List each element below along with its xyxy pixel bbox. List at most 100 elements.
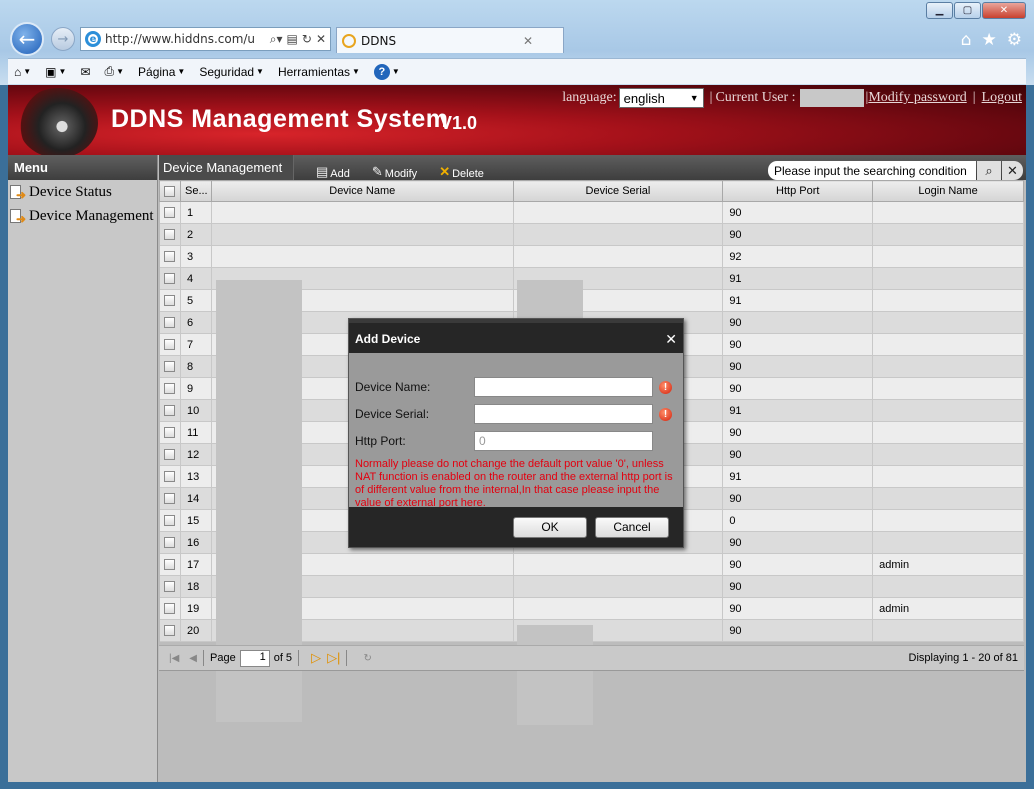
row-checkbox[interactable] [159,245,181,268]
grid-toolbar: Device Management ▤ Add ✎ Modify ✕ Delet… [159,155,1026,180]
row-checkbox[interactable] [159,553,181,576]
column-header-device-serial[interactable]: Device Serial [512,180,724,202]
row-checkbox[interactable] [159,531,181,554]
help-button[interactable]: ? ▼ [373,63,400,80]
add-button[interactable]: ▤ Add [316,156,350,180]
row-checkbox[interactable] [159,465,181,488]
home-icon[interactable]: ⌂ [961,30,972,50]
home-menu-icon[interactable]: ⌂ ▼ [14,65,31,79]
minimize-button[interactable]: ▁ [926,2,953,19]
clear-search-icon[interactable]: ✕ [1002,161,1023,180]
gear-icon[interactable]: ⚙ [1007,30,1022,50]
sidebar-item-device-status[interactable]: ➜ Device Status [8,180,157,204]
device-serial-label: Device Serial: [355,407,430,421]
close-tab-icon[interactable]: ✕ [523,34,533,48]
address-bar[interactable]: e http://www.hiddns.com/u ⌕▾ ▤ ↻ ✕ [80,27,331,51]
panel-title: Device Management [159,155,294,180]
next-page-icon[interactable]: ▷ [311,650,321,666]
row-checkbox[interactable] [159,267,181,290]
back-button[interactable]: ← [10,22,44,56]
delete-icon: ✕ [439,163,451,179]
dialog-footer: OK Cancel [349,507,683,547]
refresh-icon[interactable]: ↻ [302,32,312,46]
menu-pagina[interactable]: Página ▼ [138,65,185,79]
column-header-device-name[interactable]: Device Name [210,180,514,202]
row-checkbox[interactable] [159,355,181,378]
window-controls: ▁ ▢ ✕ [925,2,1026,19]
device-name-field[interactable] [474,377,653,397]
menu-seguridad[interactable]: Seguridad ▼ [199,65,264,79]
language-select[interactable]: english ▼ [618,88,704,108]
cell-seq: 17 [180,553,212,576]
sidebar-item-device-management[interactable]: ➜ Device Management [8,204,157,228]
row-checkbox[interactable] [159,377,181,400]
cell-http-port: 92 [722,245,874,268]
sidebar-item-label: Device Status [29,183,112,200]
row-checkbox[interactable] [159,333,181,356]
column-header-seq[interactable]: Se... [179,180,212,202]
row-checkbox[interactable] [159,509,181,532]
page-arrow-icon: ➜ [10,208,27,226]
chevron-down-icon: ▼ [689,93,699,103]
row-checkbox[interactable] [159,619,181,642]
column-header-http-port[interactable]: Http Port [722,180,874,202]
divider [298,650,300,666]
page-number-input[interactable]: 1 [239,649,270,667]
search-icon[interactable]: ⌕▾ [270,32,283,47]
close-window-button[interactable]: ✕ [982,2,1026,19]
compat-icon[interactable]: ▤ [287,32,298,46]
cancel-button[interactable]: Cancel [595,516,669,538]
device-serial-field[interactable] [474,404,653,424]
row-checkbox[interactable] [159,399,181,422]
delete-button[interactable]: ✕ Delete [439,156,484,180]
row-checkbox[interactable] [159,289,181,312]
maximize-button[interactable]: ▢ [954,2,981,19]
row-checkbox[interactable] [159,575,181,598]
close-icon[interactable]: ✕ [665,331,677,348]
print-icon[interactable]: ⎙ ▼ [105,64,125,79]
logout-link[interactable]: Logout [982,90,1022,106]
row-checkbox[interactable] [159,597,181,620]
row-checkbox[interactable] [159,201,181,224]
select-all-checkbox[interactable] [159,180,181,202]
page-arrow-icon: ➜ [10,184,27,202]
search-icon[interactable]: ⌕ [977,161,1001,180]
browser-tab[interactable]: DDNS ✕ [336,27,564,53]
search-input[interactable]: Please input the searching condition [768,161,976,180]
row-checkbox[interactable] [159,223,181,246]
divider [203,650,204,666]
refresh-icon[interactable]: ↻ [363,653,371,664]
modify-password-link[interactable]: Modify password [868,90,966,106]
table-row[interactable]: 1 90 [159,201,1024,224]
favorites-icon[interactable]: ★ [982,30,997,50]
last-page-icon[interactable]: ▷| [327,650,340,666]
row-checkbox[interactable] [159,487,181,510]
cell-seq: 4 [180,267,212,290]
address-url[interactable]: http://www.hiddns.com/u [105,32,270,46]
cell-http-port: 90 [722,443,874,466]
stop-icon[interactable]: ✕ [316,32,326,46]
cell-device-serial [513,201,724,224]
cell-device-serial [513,223,724,246]
table-row[interactable]: 2 90 [159,223,1024,246]
cell-login-name [872,619,1024,642]
row-checkbox[interactable] [159,443,181,466]
modify-button[interactable]: ✎ Modify [372,156,417,180]
cell-login-name [872,289,1024,312]
http-port-field[interactable]: 0 [474,431,653,451]
feeds-icon[interactable]: ▣ ▼ [45,65,66,79]
mail-icon[interactable]: ✉ [80,65,90,79]
cell-seq: 2 [180,223,212,246]
forward-button[interactable]: → [51,27,75,51]
menu-herramientas[interactable]: Herramientas ▼ [278,65,360,79]
cell-login-name [872,355,1024,378]
table-row[interactable]: 3 92 [159,245,1024,268]
column-header-login-name[interactable]: Login Name [872,180,1024,202]
ok-button[interactable]: OK [513,516,587,538]
cell-http-port: 90 [722,311,874,334]
port-note: Normally please do not change the defaul… [355,458,673,509]
prev-page-icon[interactable]: ◀ [189,653,197,664]
first-page-icon[interactable]: |◀ [169,653,179,664]
row-checkbox[interactable] [159,311,181,334]
row-checkbox[interactable] [159,421,181,444]
